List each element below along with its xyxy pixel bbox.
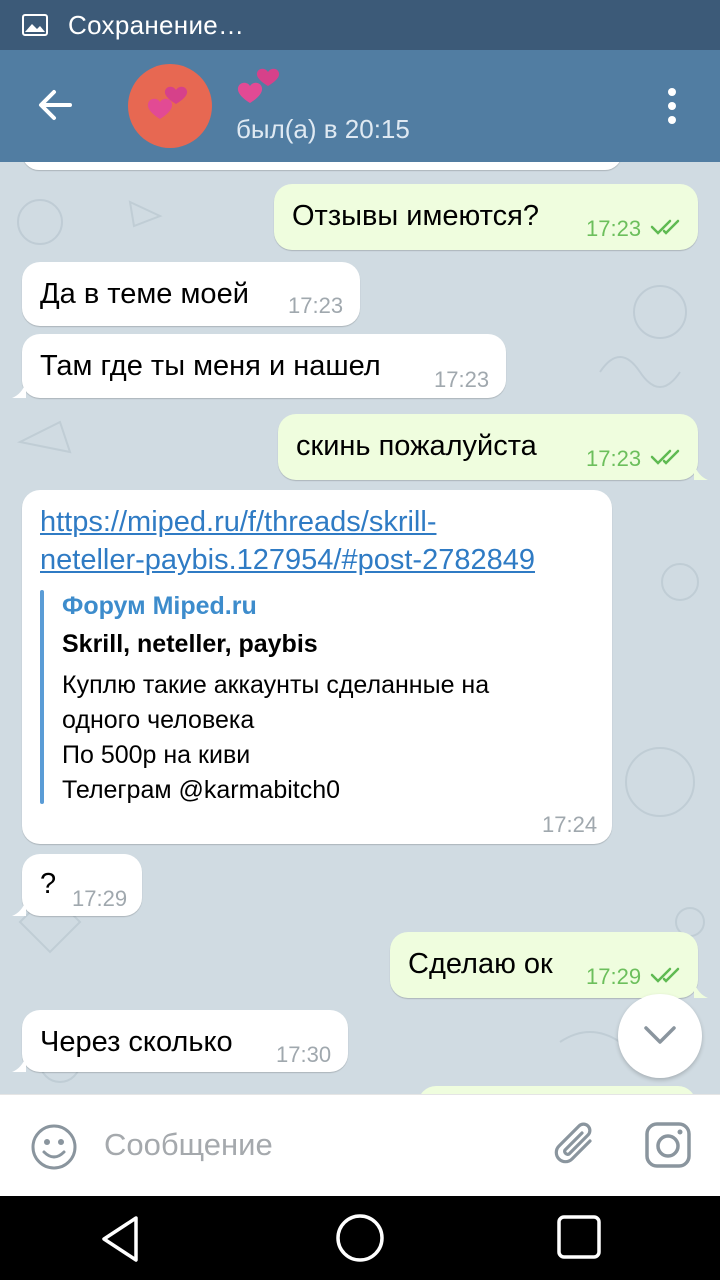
hearts-emoji-icon [147,86,188,119]
image-icon [22,14,48,36]
message-bubble-outgoing[interactable]: Отзывы имеются? 17:23 [274,184,698,250]
message-bubble-incoming[interactable]: Через сколько 17:30 [12,1010,348,1072]
link-preview-description: По 500р на киви [62,741,251,769]
message-time: 17:29 [586,964,642,989]
message-time: 17:23 [586,216,642,241]
message-input[interactable] [104,1123,524,1167]
link-preview-site[interactable]: Форум Miped.ru [62,592,257,621]
message-text: Отзывы имеются? [292,200,539,232]
message-text: Сделаю ок [408,948,553,980]
bubble-tail [12,900,26,916]
paperclip-icon[interactable] [552,1119,600,1171]
link-preview-bar [40,590,44,804]
message-bubble-link[interactable]: https://miped.ru/f/threads/skrill- netel… [22,490,612,844]
status-text: Сохранение… [68,9,245,40]
message-bubble-incoming[interactable]: Там где ты меня и нашел 17:23 [12,334,506,398]
double-check-icon [650,967,680,983]
status-bar: Сохранение… [0,0,720,50]
more-vertical-icon[interactable] [652,86,692,126]
message-bubble-outgoing[interactable]: Сделаю ок 17:29 [390,932,708,998]
message-text: Через сколько [40,1026,233,1058]
message-bubble-outgoing[interactable]: скинь пожалуйста 17:23 [278,414,708,480]
message-time: 17:30 [276,1042,332,1067]
message-bubble-partial [418,1086,696,1094]
bubble-tail [12,1056,26,1072]
avatar[interactable] [128,64,212,148]
link-preview-title: Skrill, neteller, paybis [62,630,318,658]
double-check-icon [650,219,680,235]
hearts-emoji-icon [237,68,280,103]
message-link[interactable]: neteller-paybis.127954/#post-2782849 [40,542,535,579]
message-text: ? [40,868,57,900]
bubble-tail [694,464,708,480]
scroll-to-bottom-button[interactable] [618,994,702,1078]
message-bubble-incoming[interactable]: ? 17:29 [12,854,142,916]
back-arrow-icon[interactable] [30,80,80,130]
message-composer [0,1094,720,1197]
last-seen-status: был(а) в 20:15 [236,114,410,144]
message-link[interactable]: https://miped.ru/f/threads/skrill- [40,504,436,541]
double-check-icon [650,449,680,465]
link-preview-description: Телеграм @karmabitch0 [62,776,341,804]
nav-recents-icon[interactable] [556,1214,602,1260]
message-bubble-partial [22,162,622,170]
message-text: Там где ты меня и нашел [40,350,381,382]
message-time: 17:23 [288,293,344,318]
chat-history[interactable]: Отзывы имеются? 17:23 Да в теме моей 17:… [0,162,720,1094]
link-preview-description: одного человека [62,706,255,734]
message-time: 17:24 [542,812,598,837]
nav-home-icon[interactable] [334,1212,386,1264]
chevron-down-icon [644,1026,676,1044]
message-text: скинь пожалуйста [296,430,537,462]
camera-icon[interactable] [644,1121,692,1169]
message-time: 17:29 [72,886,128,911]
message-time: 17:23 [586,446,642,471]
message-time: 17:23 [434,367,490,392]
message-bubble-incoming[interactable]: Да в теме моей 17:23 [22,262,360,326]
bubble-tail [694,982,708,998]
system-navigation-bar [0,1196,720,1280]
nav-back-icon[interactable] [98,1214,142,1264]
chat-header: был(а) в 20:15 [0,50,720,162]
link-preview-description: Куплю такие аккаунты сделанные на [62,671,490,699]
bubble-tail [12,382,26,398]
emoji-icon[interactable] [30,1123,78,1171]
message-text: Да в теме моей [40,278,249,310]
